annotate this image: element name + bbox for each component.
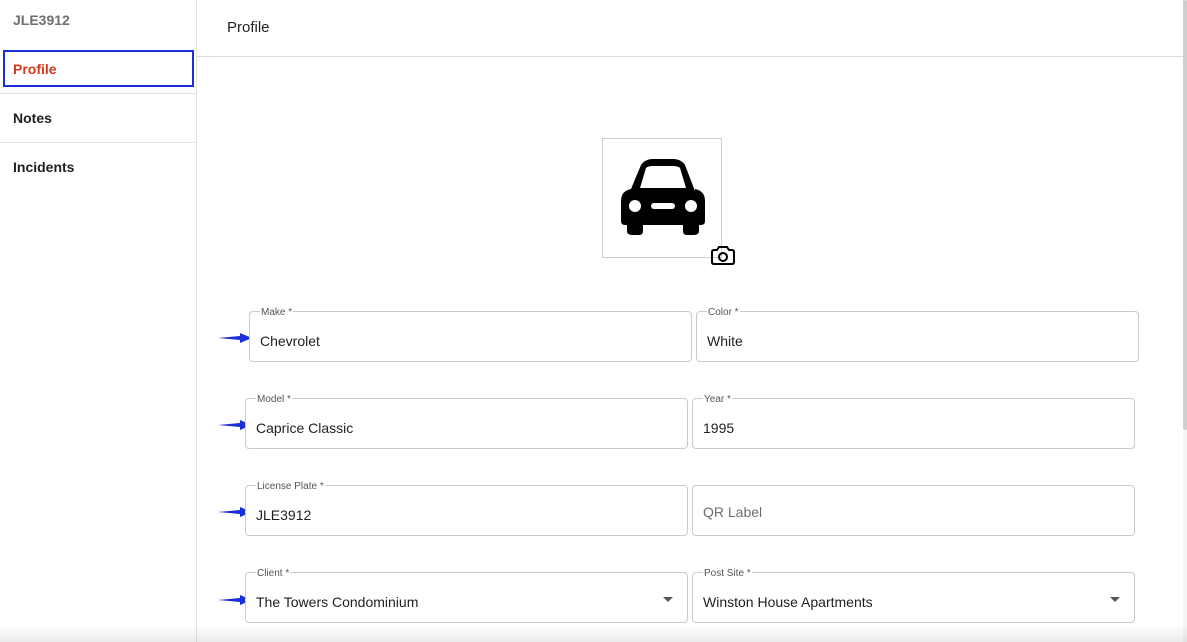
make-field[interactable]: Make * Chevrolet xyxy=(249,307,692,362)
camera-icon[interactable] xyxy=(711,245,735,265)
license-plate-value: JLE3912 xyxy=(256,507,312,523)
color-field[interactable]: Color * White xyxy=(696,307,1139,362)
sidebar-item-incidents[interactable]: Incidents xyxy=(0,142,196,191)
app-window: JLE3912 Profile Notes Incidents Profile xyxy=(0,0,1187,642)
sidebar-item-profile[interactable]: Profile xyxy=(3,50,194,87)
sidebar-item-label: Incidents xyxy=(13,159,75,175)
license-plate-label: License Plate * xyxy=(256,481,325,492)
qr-label-field[interactable]: QR Label xyxy=(692,485,1135,536)
qr-label-placeholder: QR Label xyxy=(703,504,763,520)
year-value: 1995 xyxy=(703,420,735,436)
model-value: Caprice Classic xyxy=(256,420,354,436)
make-value: Chevrolet xyxy=(260,333,320,349)
sidebar-title: JLE3912 xyxy=(13,12,70,28)
vehicle-photo[interactable] xyxy=(602,138,722,258)
post-site-label: Post Site * xyxy=(703,568,752,579)
sidebar: JLE3912 Profile Notes Incidents xyxy=(0,0,197,642)
model-label: Model * xyxy=(256,394,292,405)
sidebar-item-notes[interactable]: Notes xyxy=(0,93,196,142)
scrollbar[interactable] xyxy=(1183,0,1187,430)
model-field[interactable]: Model * Caprice Classic xyxy=(245,394,688,449)
post-site-select[interactable]: Post Site * Winston House Apartments xyxy=(692,568,1135,623)
post-site-value: Winston House Apartments xyxy=(703,594,873,610)
client-label: Client * xyxy=(256,568,291,579)
sidebar-item-label: Profile xyxy=(13,60,57,77)
license-plate-field[interactable]: License Plate * JLE3912 xyxy=(245,481,688,536)
make-label: Make * xyxy=(260,307,294,318)
client-value: The Towers Condominium xyxy=(256,594,419,610)
year-field[interactable]: Year * 1995 xyxy=(692,394,1135,449)
car-icon xyxy=(621,159,705,235)
year-label: Year * xyxy=(703,394,732,405)
bottom-shadow xyxy=(0,624,1187,642)
page-title: Profile xyxy=(227,19,270,36)
chevron-down-icon[interactable] xyxy=(1110,597,1120,602)
annotation-arrow-icon xyxy=(218,333,252,343)
sidebar-item-label: Notes xyxy=(13,110,52,126)
color-label: Color * xyxy=(707,307,740,318)
color-value: White xyxy=(707,333,743,349)
page-header: Profile xyxy=(197,0,1183,57)
client-select[interactable]: Client * The Towers Condominium xyxy=(245,568,688,623)
chevron-down-icon[interactable] xyxy=(663,597,673,602)
